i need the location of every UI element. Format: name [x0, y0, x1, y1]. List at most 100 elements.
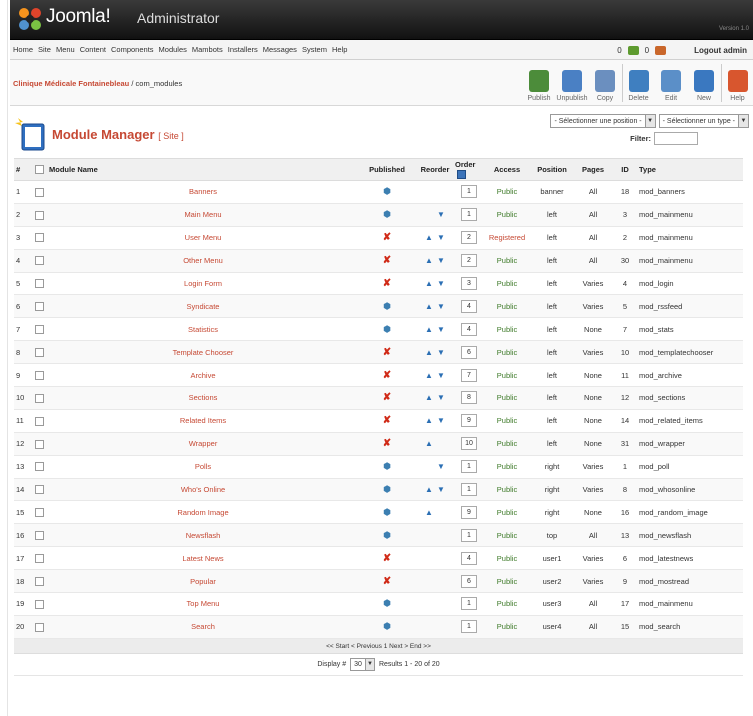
type-select[interactable]: - Sélectionner un type - ▼: [658, 114, 749, 128]
unpublished-icon[interactable]: ✘: [383, 347, 391, 358]
access-link[interactable]: Public: [484, 432, 530, 456]
module-name-link[interactable]: Random Image: [48, 500, 358, 525]
module-name-link[interactable]: Wrapper: [48, 432, 358, 456]
row-checkbox[interactable]: [35, 599, 44, 609]
row-checkbox[interactable]: [35, 576, 44, 586]
module-name-link[interactable]: Sections: [48, 386, 358, 410]
access-link[interactable]: Public: [484, 386, 530, 410]
order-input[interactable]: 6: [461, 574, 477, 588]
order-input[interactable]: 9: [461, 505, 477, 519]
module-name-link[interactable]: Statistics: [48, 317, 358, 342]
access-link[interactable]: Public: [484, 272, 530, 296]
published-icon[interactable]: ⬢: [383, 598, 391, 608]
row-checkbox[interactable]: [35, 187, 44, 197]
move-up-icon[interactable]: ▲: [423, 508, 435, 517]
position-select[interactable]: - Sélectionner une position - ▼: [550, 114, 656, 128]
move-up-icon[interactable]: ▲: [423, 485, 435, 494]
access-link[interactable]: Public: [484, 500, 530, 525]
move-down-icon[interactable]: ▼: [435, 325, 447, 334]
unpublished-icon[interactable]: ✘: [383, 576, 391, 587]
order-input[interactable]: 10: [461, 437, 477, 451]
unpublished-icon[interactable]: ✘: [383, 553, 391, 564]
row-checkbox[interactable]: [35, 622, 44, 632]
menu-home[interactable]: Home: [13, 45, 33, 54]
row-checkbox[interactable]: [35, 302, 44, 312]
published-icon[interactable]: ⬢: [383, 507, 391, 517]
publish-button[interactable]: Publish: [523, 64, 555, 102]
move-up-icon[interactable]: ▲: [423, 371, 435, 380]
move-down-icon[interactable]: ▼: [435, 485, 447, 494]
order-input[interactable]: 4: [461, 551, 477, 565]
module-name-link[interactable]: Top Menu: [48, 592, 358, 616]
new-button[interactable]: New: [688, 64, 720, 102]
menu-installers[interactable]: Installers: [228, 45, 258, 54]
published-icon[interactable]: ⬢: [383, 186, 391, 196]
published-icon[interactable]: ⬢: [383, 530, 391, 540]
access-link[interactable]: Public: [484, 294, 530, 319]
menu-menu[interactable]: Menu: [56, 45, 75, 54]
users-online-icon[interactable]: [655, 45, 667, 55]
access-link[interactable]: Public: [484, 249, 530, 273]
access-link[interactable]: Public: [484, 203, 530, 227]
move-up-icon[interactable]: ▲: [423, 325, 435, 334]
row-checkbox[interactable]: [35, 325, 44, 335]
order-input[interactable]: 7: [461, 368, 477, 382]
move-up-icon[interactable]: ▲: [423, 256, 435, 265]
access-link[interactable]: Public: [484, 546, 530, 571]
help-button[interactable]: Help: [721, 64, 753, 102]
move-down-icon[interactable]: ▼: [435, 416, 447, 425]
move-down-icon[interactable]: ▼: [435, 210, 447, 219]
unpublished-icon[interactable]: ✘: [383, 255, 391, 266]
published-icon[interactable]: ⬢: [383, 324, 391, 334]
row-checkbox[interactable]: [35, 462, 44, 472]
unpublished-icon[interactable]: ✘: [383, 392, 391, 403]
order-input[interactable]: 2: [461, 254, 477, 268]
move-down-icon[interactable]: ▼: [435, 302, 447, 311]
move-up-icon[interactable]: ▲: [423, 439, 435, 448]
select-all-checkbox[interactable]: [35, 165, 44, 175]
order-input[interactable]: 1: [461, 185, 477, 199]
order-input[interactable]: 4: [461, 322, 477, 336]
module-name-link[interactable]: Syndicate: [48, 294, 358, 319]
module-name-link[interactable]: Latest News: [48, 546, 358, 571]
module-name-link[interactable]: Newsflash: [48, 523, 358, 548]
order-input[interactable]: 1: [461, 208, 477, 222]
display-limit-select[interactable]: 30 ▼: [350, 657, 375, 671]
messages-icon[interactable]: [627, 45, 639, 55]
module-name-link[interactable]: Banners: [48, 180, 358, 204]
access-link[interactable]: Public: [484, 340, 530, 365]
menu-modules[interactable]: Modules: [159, 45, 187, 54]
access-link[interactable]: Public: [484, 592, 530, 616]
unpublished-icon[interactable]: ✘: [383, 232, 391, 243]
move-down-icon[interactable]: ▼: [435, 393, 447, 402]
order-input[interactable]: 6: [461, 345, 477, 359]
order-input[interactable]: 8: [461, 391, 477, 405]
published-icon[interactable]: ⬢: [383, 461, 391, 471]
unpublished-icon[interactable]: ✘: [383, 278, 391, 289]
move-down-icon[interactable]: ▼: [435, 233, 447, 242]
module-name-link[interactable]: Popular: [48, 569, 358, 594]
module-name-link[interactable]: Template Chooser: [48, 340, 358, 365]
move-up-icon[interactable]: ▲: [423, 393, 435, 402]
module-name-link[interactable]: Who's Online: [48, 478, 358, 502]
menu-site[interactable]: Site: [38, 45, 51, 54]
row-checkbox[interactable]: [35, 347, 44, 357]
menu-messages[interactable]: Messages: [263, 45, 297, 54]
access-link[interactable]: Public: [484, 363, 530, 388]
access-link[interactable]: Public: [484, 569, 530, 594]
access-link[interactable]: Public: [484, 180, 530, 204]
move-down-icon[interactable]: ▼: [435, 256, 447, 265]
breadcrumb-site[interactable]: Clinique Médicale Fontainebleau: [13, 79, 129, 88]
unpublished-icon[interactable]: ✘: [383, 438, 391, 449]
row-checkbox[interactable]: [35, 416, 44, 426]
col-module-name[interactable]: Module Name: [48, 158, 358, 181]
access-link[interactable]: Public: [484, 409, 530, 433]
published-icon[interactable]: ⬢: [383, 209, 391, 219]
published-icon[interactable]: ⬢: [383, 484, 391, 494]
move-up-icon[interactable]: ▲: [423, 416, 435, 425]
module-name-link[interactable]: Related Items: [48, 409, 358, 433]
access-link[interactable]: Public: [484, 615, 530, 639]
module-name-link[interactable]: Other Menu: [48, 249, 358, 273]
module-name-link[interactable]: Search: [48, 615, 358, 639]
menu-components[interactable]: Components: [111, 45, 154, 54]
